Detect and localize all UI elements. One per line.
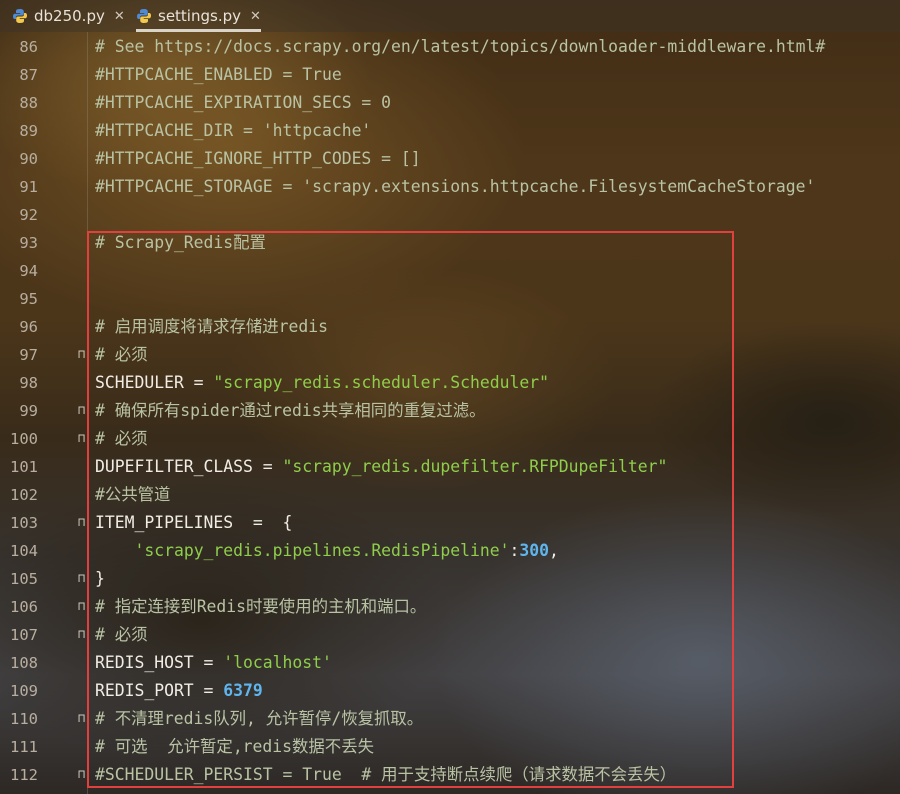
- code-text: # See https://docs.scrapy.org/en/latest/…: [95, 33, 825, 61]
- line-number: 86: [19, 38, 38, 56]
- line-number: 107: [10, 626, 38, 644]
- code-text: #HTTPCACHE_ENABLED = True: [95, 61, 342, 89]
- line-number: 89: [19, 122, 38, 140]
- highlight-annotation-box: [87, 231, 734, 788]
- python-file-icon: [136, 8, 152, 24]
- code-line[interactable]: 88 #HTTPCACHE_EXPIRATION_SECS = 0: [0, 89, 900, 117]
- editor-tab-bar: db250.py ✕ settings.py ✕: [0, 0, 900, 32]
- line-number: 94: [19, 262, 38, 280]
- code-text: #HTTPCACHE_EXPIRATION_SECS = 0: [95, 89, 391, 117]
- line-number: 103: [10, 514, 38, 532]
- line-number: 110: [10, 710, 38, 728]
- line-number: 101: [10, 458, 38, 476]
- tab-db250[interactable]: db250.py ✕: [12, 0, 125, 32]
- code-line[interactable]: 89 #HTTPCACHE_DIR = 'httpcache': [0, 117, 900, 145]
- code-line[interactable]: 91 #HTTPCACHE_STORAGE = 'scrapy.extension…: [0, 173, 900, 201]
- line-number: 109: [10, 682, 38, 700]
- close-icon[interactable]: ✕: [114, 9, 125, 24]
- line-number: 106: [10, 598, 38, 616]
- line-number: 100: [10, 430, 38, 448]
- line-number: 97: [19, 346, 38, 364]
- line-number: 92: [19, 206, 38, 224]
- comment-text: #HTTPCACHE_EXPIRATION_SECS = 0: [95, 93, 392, 112]
- code-text: #HTTPCACHE_IGNORE_HTTP_CODES = []: [95, 145, 421, 173]
- line-number: 95: [19, 290, 38, 308]
- line-number: 91: [19, 178, 38, 196]
- line-number: 104: [10, 542, 38, 560]
- comment-text: #HTTPCACHE_DIR = 'httpcache': [95, 121, 372, 140]
- comment-text: #HTTPCACHE_IGNORE_HTTP_CODES = []: [95, 149, 421, 168]
- line-number: 88: [19, 94, 38, 112]
- line-number: 102: [10, 486, 38, 504]
- comment-text: # See https://docs.scrapy.org/en/latest/…: [95, 37, 826, 56]
- line-number: 112: [10, 766, 38, 784]
- tab-label: settings.py: [158, 7, 241, 25]
- code-line[interactable]: 86 # See https://docs.scrapy.org/en/lates…: [0, 33, 900, 61]
- line-number: 108: [10, 654, 38, 672]
- line-number: 93: [19, 234, 38, 252]
- code-line[interactable]: 87 #HTTPCACHE_ENABLED = True: [0, 61, 900, 89]
- line-number: 111: [10, 738, 38, 756]
- python-file-icon: [12, 8, 28, 24]
- code-text: #HTTPCACHE_STORAGE = 'scrapy.extensions.…: [95, 173, 815, 201]
- tab-settings[interactable]: settings.py ✕: [136, 0, 261, 32]
- comment-text: #HTTPCACHE_ENABLED = True: [95, 65, 342, 84]
- line-number: 99: [19, 402, 38, 420]
- tab-label: db250.py: [34, 7, 105, 25]
- line-number: 105: [10, 570, 38, 588]
- line-number: 90: [19, 150, 38, 168]
- line-number: 98: [19, 374, 38, 392]
- code-line[interactable]: 92: [0, 201, 900, 229]
- close-icon[interactable]: ✕: [250, 9, 261, 24]
- code-line[interactable]: 90 #HTTPCACHE_IGNORE_HTTP_CODES = []: [0, 145, 900, 173]
- line-number: 87: [19, 66, 38, 84]
- code-text: #HTTPCACHE_DIR = 'httpcache': [95, 117, 371, 145]
- line-number: 96: [19, 318, 38, 336]
- comment-text: #HTTPCACHE_STORAGE = 'scrapy.extensions.…: [95, 177, 816, 196]
